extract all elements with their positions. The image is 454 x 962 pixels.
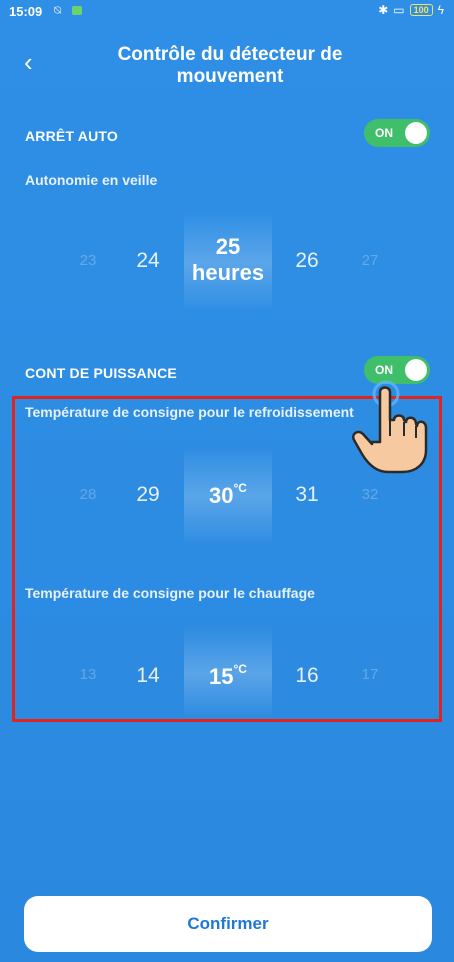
picker-value[interactable]: 26 [277,249,337,273]
screen: 15:09 ⍉ ✱ ▭ 100 ϟ ‹ Contrôle du détecteu… [0,0,454,962]
auto-off-label: ARRÊT AUTO [25,128,118,144]
picker-selected-number: 25 [215,234,241,259]
standby-hours-picker[interactable]: 23 24 25 heures 26 27 [0,212,454,312]
picker-value[interactable]: 27 [340,252,400,269]
status-icons: ✱ ▭ 100 ϟ [378,3,444,17]
status-time: 15:09 [9,4,43,19]
charging-icon: ϟ [437,3,444,17]
sim-icon: ▭ [393,3,405,17]
picker-value[interactable]: 24 [118,249,178,273]
alarm-off-icon: ⍉ [54,3,62,17]
page-title-line1: Contrôle du détecteur de [117,44,343,65]
power-control-label: CONT DE PUISSANCE [25,365,177,381]
picker-selected-unit: heures [191,260,265,285]
notification-icon [72,6,82,15]
power-control-toggle-text: ON [375,363,393,377]
toggle-knob [405,359,427,381]
page-title: Contrôle du détecteur de mouvement [90,44,370,88]
picker-selected-value[interactable]: 25 heures [183,234,273,286]
auto-off-toggle[interactable]: ON [364,119,430,147]
page-title-line2: mouvement [176,66,284,87]
pointing-hand-icon [352,380,428,474]
standby-autonomy-label: Autonomie en veille [25,172,158,188]
back-button[interactable]: ‹ [24,49,33,75]
bluetooth-icon: ✱ [378,3,389,17]
toggle-knob [405,122,427,144]
picker-value[interactable]: 23 [58,252,118,269]
battery-icon: 100 [409,4,433,16]
confirm-button[interactable]: Confirmer [24,896,432,952]
status-bar: 15:09 ⍉ ✱ ▭ 100 ϟ [0,0,454,22]
auto-off-toggle-text: ON [375,126,393,140]
